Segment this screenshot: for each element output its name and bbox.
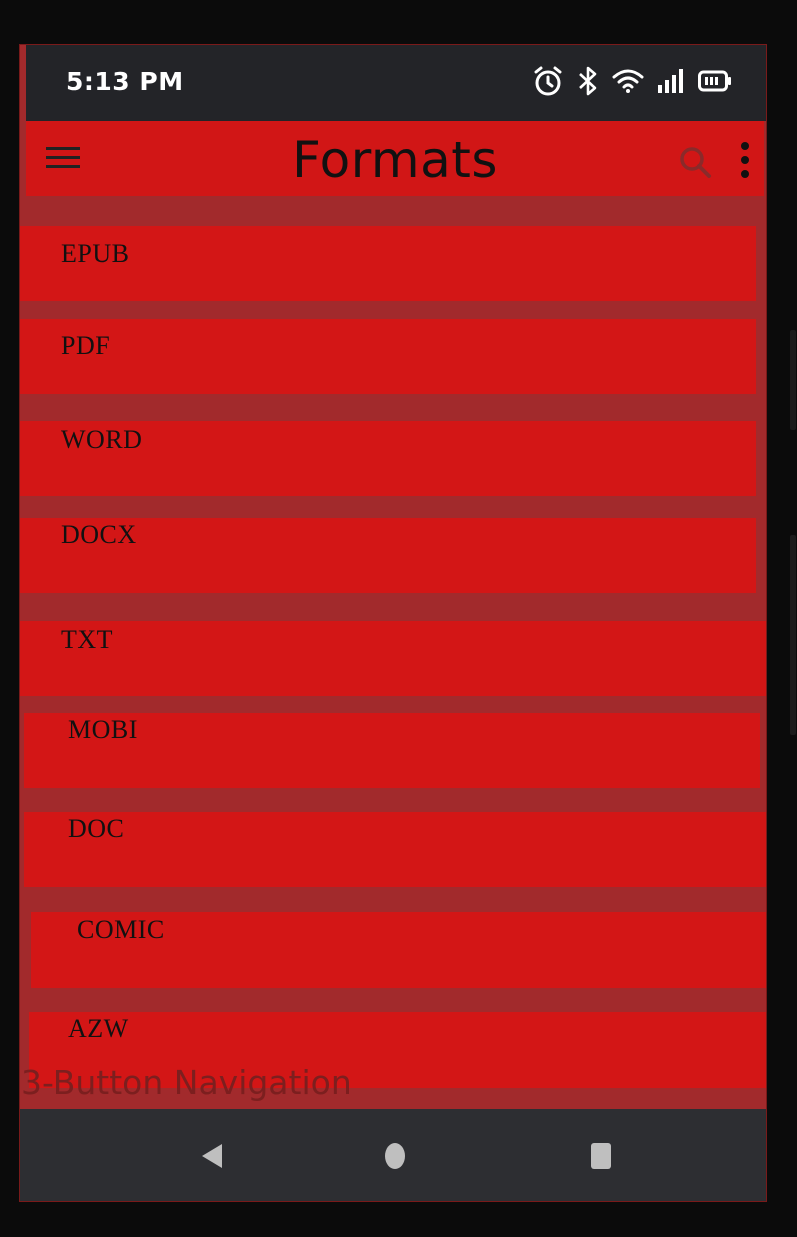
format-item-docx[interactable]: DOCX bbox=[20, 518, 756, 593]
format-label: DOCX bbox=[61, 520, 137, 549]
format-item-word[interactable]: WORD bbox=[20, 421, 756, 496]
search-icon[interactable] bbox=[678, 145, 712, 179]
format-label: MOBI bbox=[68, 715, 138, 744]
format-label: WORD bbox=[61, 425, 143, 454]
bluetooth-icon bbox=[579, 66, 597, 96]
format-label: PDF bbox=[61, 331, 111, 360]
back-icon[interactable] bbox=[200, 1142, 224, 1170]
format-item-comic[interactable]: COMIC bbox=[31, 912, 766, 988]
status-icons bbox=[532, 65, 732, 97]
nav-bar bbox=[20, 1109, 766, 1201]
status-time: 5:13 PM bbox=[66, 67, 184, 96]
more-vert-icon[interactable] bbox=[740, 141, 750, 179]
format-label: DOC bbox=[68, 814, 125, 843]
format-label: TXT bbox=[61, 625, 114, 654]
recents-icon[interactable] bbox=[591, 1143, 611, 1169]
format-label: COMIC bbox=[77, 915, 165, 944]
side-button bbox=[790, 330, 796, 430]
home-icon[interactable] bbox=[384, 1142, 406, 1170]
format-label: AZW bbox=[68, 1014, 129, 1043]
battery-icon bbox=[698, 70, 731, 92]
screen: 5:13 PM Formats EPUB PDF WORD DOCX TXT M… bbox=[19, 44, 767, 1202]
app-bar: Formats bbox=[26, 121, 764, 196]
page-title: Formats bbox=[292, 131, 498, 189]
phone-frame: 5:13 PM Formats EPUB PDF WORD DOCX TXT M… bbox=[0, 0, 797, 1237]
format-item-epub[interactable]: EPUB bbox=[20, 226, 756, 301]
side-button bbox=[790, 535, 796, 735]
format-item-doc[interactable]: DOC bbox=[24, 812, 766, 887]
format-item-mobi[interactable]: MOBI bbox=[24, 713, 760, 788]
alarm-icon bbox=[534, 66, 562, 96]
status-bar: 5:13 PM bbox=[26, 45, 766, 121]
navigation-mode-label: 3-Button Navigation bbox=[21, 1063, 352, 1102]
wifi-icon bbox=[612, 69, 644, 93]
signal-icon bbox=[658, 69, 683, 93]
format-item-pdf[interactable]: PDF bbox=[20, 319, 756, 394]
format-label: EPUB bbox=[61, 239, 130, 268]
format-item-txt[interactable]: TXT bbox=[20, 621, 766, 696]
